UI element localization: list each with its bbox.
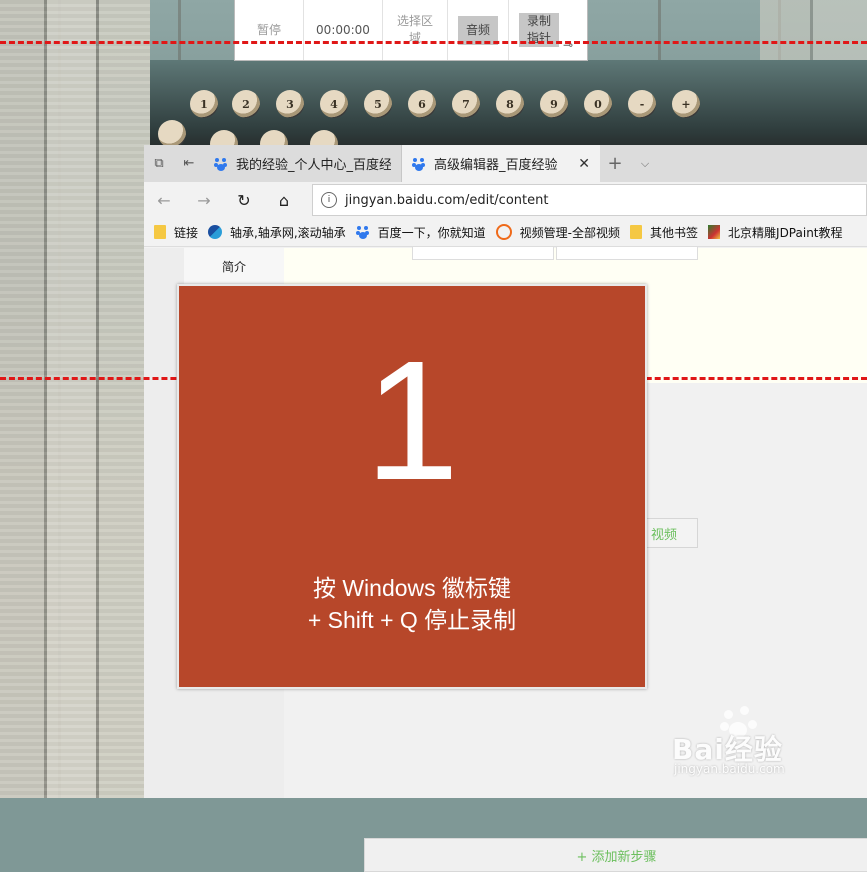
bookmark-label: 其他书签 — [650, 225, 699, 240]
typewriter-key: 8 — [496, 90, 524, 118]
baidu-paw-icon — [355, 225, 370, 239]
selection-border-top — [0, 41, 867, 44]
bookmark-links[interactable]: 链接 — [154, 224, 198, 241]
watermark-url: jingyan.baidu.com — [674, 762, 785, 776]
set-tabs-aside-icon[interactable]: ⇤ — [174, 156, 204, 171]
screen-recorder-toolbar: 暂停 00:00:00 选择区域 音频 录制指针 ⊸ — [234, 0, 588, 61]
folder-icon — [154, 225, 166, 239]
pause-label: 暂停 — [256, 22, 281, 37]
input-box[interactable] — [412, 246, 554, 260]
video-button-label: 视频 — [650, 527, 677, 543]
home-icon[interactable]: ⌂ — [264, 191, 304, 210]
typewriter-key: 3 — [276, 90, 304, 118]
forward-arrow-icon[interactable]: → — [184, 191, 224, 210]
tab-strip: ⧉ ⇤ 我的经验_个人中心_百度经验 高级编辑器_百度经验 ✕ + ⌵ — [144, 145, 867, 182]
typewriter-key: 4 — [320, 90, 348, 118]
sidebar-item-intro[interactable]: 简介 — [184, 248, 284, 275]
address-url: jingyan.baidu.com/edit/content — [345, 192, 549, 208]
tab-menu-chevron-icon[interactable]: ⌵ — [630, 157, 660, 171]
bookmark-label: 轴承,轴承网,滚动轴承 — [230, 225, 346, 240]
video-logo-icon — [495, 224, 512, 240]
countdown-message: 按 Windows 徽标键 + Shift + Q 停止录制 — [179, 572, 645, 636]
countdown-message-line1: 按 Windows 徽标键 — [312, 575, 512, 601]
bookmark-video[interactable]: 视频管理-全部视频 — [495, 224, 621, 241]
typewriter-key: 5 — [364, 90, 392, 118]
typewriter-key: 7 — [452, 90, 480, 118]
bookmark-label: 链接 — [174, 225, 199, 240]
navigation-bar: ← → ↻ ⌂ i jingyan.baidu.com/edit/content — [144, 182, 867, 218]
bearing-logo-icon — [208, 225, 223, 239]
countdown-number: 1 — [364, 326, 460, 516]
bookmarks-bar: 链接 轴承,轴承网,滚动轴承 百度一下，你就知道 视频管理-全部视频 其他书签 … — [144, 218, 867, 247]
countdown-message-line2: + Shift + Q 停止录制 — [307, 607, 517, 633]
baidu-paw-icon — [214, 157, 228, 171]
address-bar[interactable]: i jingyan.baidu.com/edit/content — [312, 184, 867, 216]
jdpaint-logo-icon — [708, 225, 721, 239]
bookmark-other[interactable]: 其他书签 — [630, 224, 698, 241]
typewriter-key: 1 — [190, 90, 218, 118]
typewriter-key: 0 — [584, 90, 612, 118]
bookmark-jdpaint[interactable]: 北京精雕JDPaint教程 — [708, 224, 843, 241]
close-icon[interactable]: ✕ — [578, 156, 590, 172]
recording-timer: 00:00:00 — [304, 0, 383, 60]
select-area-button[interactable]: 选择区域 — [383, 0, 448, 60]
bookmark-bearing[interactable]: 轴承,轴承网,滚动轴承 — [208, 224, 346, 241]
tab-my-experience[interactable]: 我的经验_个人中心_百度经验 — [204, 145, 402, 182]
new-tab-button[interactable]: + — [600, 153, 630, 174]
timer-value: 00:00:00 — [316, 22, 370, 37]
folder-icon — [630, 225, 643, 239]
site-info-icon[interactable]: i — [321, 192, 337, 208]
typewriter-key: + — [672, 90, 700, 118]
add-step-label: + 添加新步骤 — [576, 849, 657, 865]
tab-title: 高级编辑器_百度经验 — [434, 158, 558, 173]
wood-planks-left — [0, 0, 150, 798]
back-arrow-icon[interactable]: ← — [144, 191, 184, 210]
baidu-paw-icon — [412, 157, 426, 171]
typewriter-key: - — [628, 90, 656, 118]
typewriter-key: 2 — [232, 90, 260, 118]
tab-title: 我的经验_个人中心_百度经验 — [236, 158, 391, 173]
tab-overview-icon[interactable]: ⧉ — [144, 156, 174, 171]
tab-advanced-editor[interactable]: 高级编辑器_百度经验 ✕ — [402, 145, 600, 182]
input-box[interactable] — [556, 246, 698, 260]
bookmark-label: 百度一下，你就知道 — [377, 225, 486, 240]
bookmark-baidu[interactable]: 百度一下，你就知道 — [355, 224, 486, 241]
bookmark-label: 北京精雕JDPaint教程 — [728, 225, 843, 240]
refresh-icon[interactable]: ↻ — [224, 191, 264, 210]
typewriter-key: 6 — [408, 90, 436, 118]
add-step-button[interactable]: + 添加新步骤 — [364, 838, 867, 872]
recording-countdown: 1 按 Windows 徽标键 + Shift + Q 停止录制 — [177, 284, 647, 689]
typewriter-key — [158, 120, 186, 148]
pause-button[interactable]: 暂停 — [235, 0, 304, 60]
bookmark-label: 视频管理-全部视频 — [519, 225, 621, 240]
audio-toggle[interactable]: 音频 — [448, 0, 509, 60]
typewriter-key: 9 — [540, 90, 568, 118]
baidu-jingyan-watermark: Bai经验 jingyan.baidu.com — [660, 706, 860, 786]
record-pointer-toggle[interactable]: 录制指针 — [509, 0, 569, 60]
